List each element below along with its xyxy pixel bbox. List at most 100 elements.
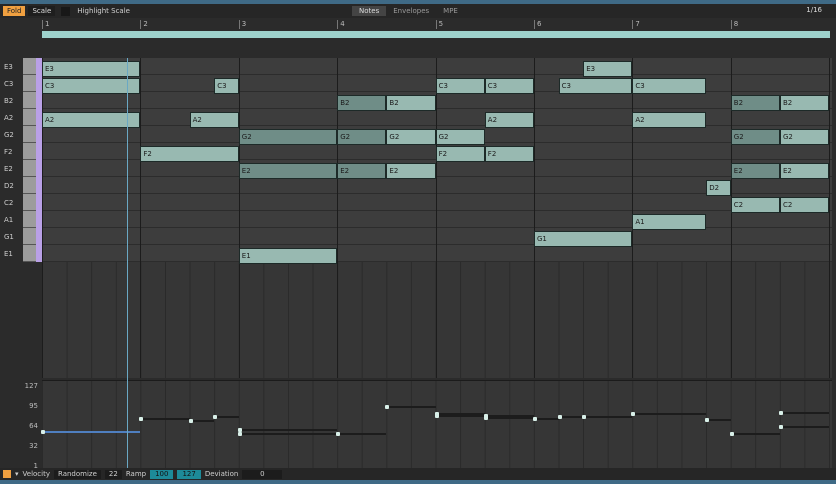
pitch-row[interactable] [42, 245, 832, 262]
midi-note[interactable]: B2 [730, 95, 780, 111]
piano-key[interactable] [23, 143, 36, 160]
velocity-handle[interactable] [705, 418, 710, 423]
velocity-handle[interactable] [729, 431, 734, 436]
velocity-handle[interactable] [385, 405, 390, 410]
randomize-amount[interactable]: 22 [104, 469, 122, 479]
velocity-handle[interactable] [139, 417, 144, 422]
tab-notes[interactable]: Notes [352, 6, 387, 16]
piano-key[interactable] [23, 75, 36, 92]
midi-note[interactable]: G2 [730, 129, 780, 145]
midi-note[interactable]: B2 [337, 95, 387, 111]
midi-note[interactable]: E1 [238, 248, 338, 264]
midi-note[interactable]: F2 [435, 146, 485, 162]
velocity-handle[interactable] [779, 424, 783, 429]
velocity-handle[interactable] [582, 415, 587, 420]
piano-key[interactable] [23, 58, 36, 75]
piano-key[interactable] [23, 160, 36, 177]
midi-note[interactable]: C3 [632, 78, 707, 94]
pitch-row[interactable] [42, 228, 832, 245]
midi-note[interactable]: C3 [558, 78, 633, 94]
velocity-handle[interactable] [434, 413, 439, 418]
velocity-handle[interactable] [483, 415, 488, 420]
piano-key[interactable] [23, 177, 36, 194]
midi-note[interactable]: E3 [42, 61, 141, 77]
loop-brace[interactable] [42, 31, 830, 38]
midi-note[interactable]: C2 [730, 197, 780, 213]
velocity-handle[interactable] [557, 415, 562, 420]
midi-note[interactable]: C3 [435, 78, 485, 94]
midi-note[interactable]: G1 [534, 231, 633, 247]
midi-note[interactable]: G2 [435, 129, 485, 145]
midi-note[interactable]: C2 [780, 197, 830, 213]
pitch-row[interactable] [42, 160, 832, 177]
midi-note[interactable]: F2 [484, 146, 534, 162]
midi-note[interactable]: E3 [583, 61, 633, 77]
deviation-value[interactable]: 0 [242, 469, 283, 479]
velocity-handle[interactable] [631, 412, 636, 417]
velocity-handle[interactable] [213, 414, 218, 419]
midi-note[interactable]: B2 [386, 95, 436, 111]
bar-number[interactable]: 6 [534, 20, 541, 29]
bar-number[interactable]: 1 [42, 20, 49, 29]
piano-key[interactable] [23, 228, 36, 245]
bar-number[interactable]: 5 [435, 20, 443, 29]
piano-key[interactable] [23, 126, 36, 143]
velocity-lane[interactable] [41, 380, 832, 468]
bar-number[interactable]: 2 [140, 20, 148, 29]
midi-note[interactable]: A2 [42, 112, 141, 128]
midi-note[interactable]: B2 [780, 95, 830, 111]
midi-note[interactable]: F2 [140, 146, 239, 162]
bar-number[interactable]: 3 [238, 20, 246, 29]
randomize-button[interactable]: Randomize [53, 469, 101, 479]
pitch-row[interactable] [42, 109, 832, 126]
velocity-handle[interactable] [41, 429, 45, 434]
pitch-row[interactable] [42, 211, 832, 228]
velocity-handle[interactable] [779, 410, 783, 415]
fold-button[interactable]: Fold [3, 6, 26, 16]
midi-note[interactable]: A2 [484, 112, 534, 128]
midi-note[interactable]: A2 [632, 112, 707, 128]
midi-note[interactable]: G2 [337, 129, 387, 145]
piano-key[interactable] [23, 194, 36, 211]
piano-key[interactable] [23, 92, 36, 109]
velocity-handle[interactable] [188, 419, 193, 424]
midi-note[interactable]: A1 [632, 214, 707, 230]
highlight-scale-checkbox[interactable] [61, 6, 71, 16]
scale-button[interactable]: Scale [28, 6, 56, 16]
bar-number[interactable]: 7 [632, 20, 640, 29]
pitch-row[interactable] [42, 194, 832, 211]
midi-note[interactable]: E2 [337, 163, 387, 179]
midi-note[interactable]: E2 [238, 163, 338, 179]
piano-key[interactable] [23, 211, 36, 228]
velocity-bar [558, 416, 584, 419]
midi-note[interactable]: E2 [730, 163, 780, 179]
midi-note[interactable]: A2 [189, 112, 239, 128]
note-grid[interactable]: E3 E3 C3 C3 C3 C3 C3 C3 B2 B2 B2 B2 A2 A2 A2 A2 G2 G2 G2 G2… [42, 58, 832, 378]
midi-note[interactable]: C3 [484, 78, 534, 94]
ramp-start[interactable]: 100 [150, 469, 174, 479]
midi-note[interactable]: E2 [386, 163, 436, 179]
midi-note[interactable]: G2 [238, 129, 338, 145]
grid-quantization[interactable]: 1/16 [806, 6, 822, 14]
ramp-end[interactable]: 127 [177, 469, 201, 479]
midi-note[interactable]: E2 [780, 163, 830, 179]
midi-note[interactable]: C3 [214, 78, 239, 94]
midi-note[interactable]: D2 [706, 180, 731, 196]
pitch-row[interactable] [42, 92, 832, 109]
bar-number[interactable]: 4 [337, 20, 345, 29]
velocity-handle[interactable] [533, 417, 537, 422]
velocity-handle[interactable] [237, 431, 242, 436]
piano-key[interactable] [23, 109, 36, 126]
lane-toggle-icon[interactable] [3, 470, 11, 478]
tab-mpe[interactable]: MPE [436, 6, 465, 16]
midi-note[interactable]: G2 [386, 129, 436, 145]
tab-envelopes[interactable]: Envelopes [386, 6, 436, 16]
bar-ruler[interactable]: 1 2 3 4 5 6 7 8 [42, 20, 832, 30]
velocity-handle[interactable] [336, 431, 341, 436]
piano-key[interactable] [23, 245, 36, 262]
bar-number[interactable]: 8 [730, 20, 738, 29]
midi-note[interactable]: C3 [42, 78, 141, 94]
midi-note[interactable]: G2 [780, 129, 830, 145]
chevron-down-icon[interactable]: ▾ [15, 470, 19, 478]
pitch-row[interactable] [42, 58, 832, 75]
